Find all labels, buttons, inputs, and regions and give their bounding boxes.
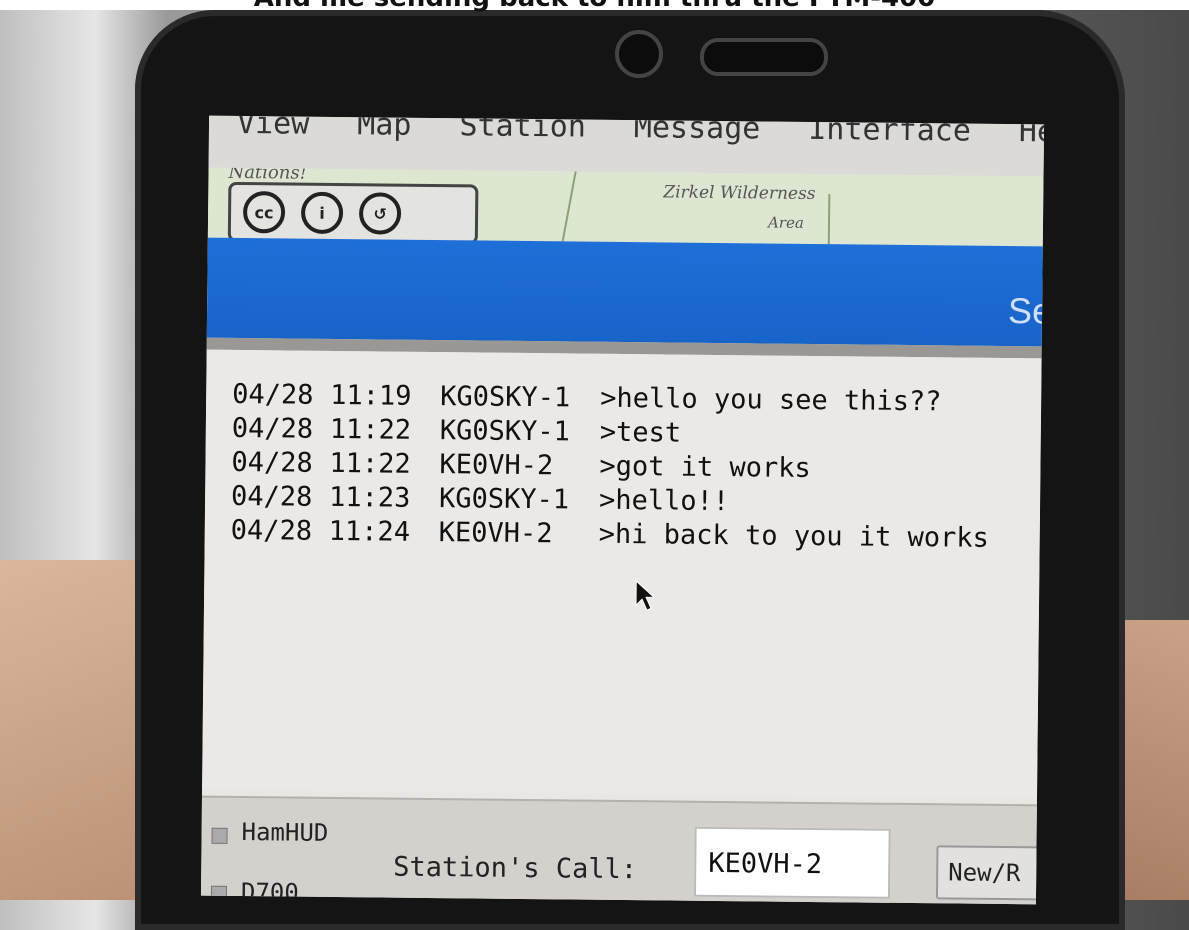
message-input-bar: HamHUD D700 Station's Call: KE0VH-2 New/… (200, 795, 1045, 905)
attribution-icon: i (300, 191, 344, 235)
message-row: 04/28 11:24 KE0VH-2 >hi back to you it w… (231, 514, 1040, 556)
message-callsign: KG0SKY-1 (440, 381, 571, 414)
station-call-input[interactable]: KE0VH-2 (693, 826, 891, 899)
share-alike-icon: ↺ (358, 192, 402, 235)
menu-station[interactable]: Station (459, 116, 586, 154)
message-text: >got it works (599, 450, 811, 484)
window-title: Se (1007, 290, 1045, 332)
window-titlebar: Se (206, 237, 1045, 347)
station-call-label: Station's Call: (393, 851, 638, 886)
message-callsign: KE0VH-2 (438, 517, 553, 550)
mouse-pointer-icon (635, 580, 656, 611)
license-badge: cc i ↺ (227, 181, 479, 245)
message-text: >hello you see this?? (600, 382, 942, 418)
message-date: 04/28 (230, 480, 313, 513)
message-date: 04/28 (231, 446, 313, 479)
message-callsign: KG0SKY-1 (439, 415, 571, 448)
message-text: >test (599, 416, 682, 449)
message-date: 04/28 (232, 378, 314, 411)
speaker-grille (700, 38, 828, 76)
message-text: >hi back to you it works (598, 518, 990, 554)
menu-view[interactable]: View (237, 116, 310, 151)
cc-icon: cc (242, 191, 286, 234)
image-caption: And me sending back to him thru the FTM-… (0, 0, 1189, 11)
map-label: Zirkel Wilderness (663, 182, 816, 205)
message-text: >hello!! (598, 484, 730, 518)
menu-map[interactable]: Map (357, 116, 412, 152)
message-callsign: KG0SKY-1 (438, 483, 570, 516)
message-time: 11:22 (329, 447, 411, 480)
message-time: 11:24 (328, 515, 411, 548)
hamhud-checkbox[interactable] (211, 827, 228, 844)
app-screen: View Map Station Message Interface He Na… (200, 115, 1045, 905)
menu-message[interactable]: Message (634, 116, 761, 156)
camera-icon (615, 30, 663, 78)
message-log: 04/28 11:19 KG0SKY-1 >hello you see this… (202, 349, 1042, 799)
message-time: 11:23 (328, 481, 411, 514)
message-date: 04/28 (231, 412, 314, 445)
message-date: 04/28 (230, 514, 313, 547)
map-boundary (559, 167, 579, 247)
message-time: 11:22 (329, 413, 412, 446)
menu-bar: View Map Station Message Interface He (208, 115, 1045, 177)
new-reply-button[interactable]: New/R (935, 845, 1045, 901)
hamhud-label: HamHUD (241, 818, 329, 847)
message-time: 11:19 (330, 379, 412, 412)
map-label: Area (767, 213, 804, 232)
message-callsign: KE0VH-2 (439, 449, 554, 482)
map-boundary (827, 194, 831, 247)
